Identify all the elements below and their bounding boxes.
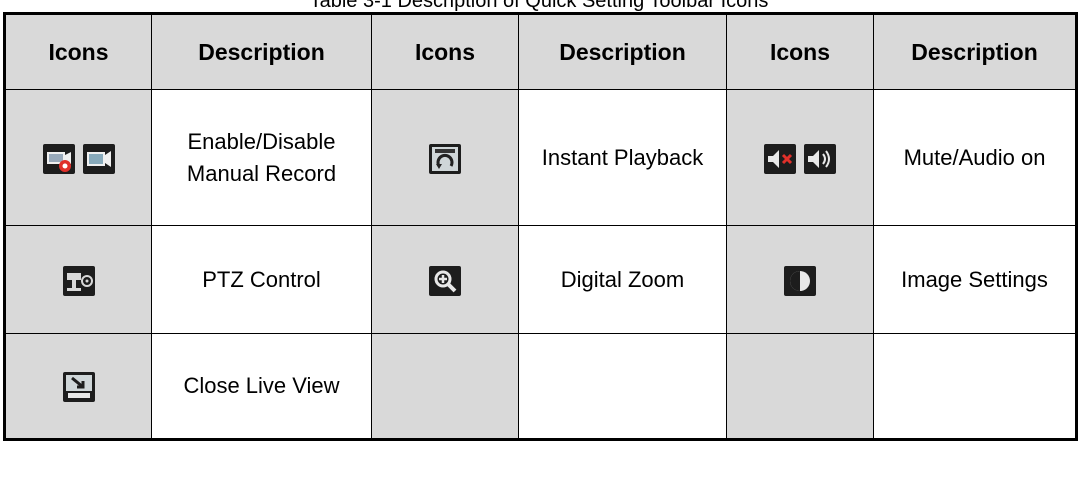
header-icons-1: Icons — [4, 13, 152, 90]
instant-playback-icon — [429, 143, 461, 174]
header-description-3: Description — [873, 13, 1077, 90]
digital-zoom-icon — [429, 265, 461, 296]
description-cell: Enable/Disable Manual Record — [151, 89, 372, 226]
icon-cell-empty — [371, 333, 519, 440]
icon-cell — [726, 89, 874, 226]
close-live-view-icon — [62, 372, 95, 403]
record-disable-icon — [82, 143, 115, 174]
table-row: Close Live View — [4, 333, 1077, 440]
description-cell: Close Live View — [151, 333, 372, 440]
description-cell: Digital Zoom — [518, 225, 727, 334]
icon-cell-empty — [726, 333, 874, 440]
icon-cell — [371, 89, 519, 226]
icon-cell — [4, 333, 152, 440]
description-cell: PTZ Control — [151, 225, 372, 334]
header-icons-3: Icons — [726, 13, 874, 90]
ptz-control-icon — [62, 265, 95, 296]
record-enable-icon — [42, 143, 75, 174]
description-cell-empty — [873, 333, 1077, 440]
description-cell: Image Settings — [873, 225, 1077, 334]
header-description-2: Description — [518, 13, 727, 90]
mute-icon — [764, 143, 796, 174]
icon-cell — [726, 225, 874, 334]
header-description-1: Description — [151, 13, 372, 90]
table-row: PTZ Control Digital Zoom Image Settings — [4, 225, 1077, 334]
audio-on-icon — [804, 143, 836, 174]
header-icons-2: Icons — [371, 13, 519, 90]
description-cell: Instant Playback — [518, 89, 727, 226]
header-row: Icons Description Icons Description Icon… — [4, 13, 1077, 90]
image-settings-icon — [784, 265, 816, 296]
description-cell: Mute/Audio on — [873, 89, 1077, 226]
table-row: Enable/Disable Manual Record Instant Pla… — [4, 89, 1077, 226]
icon-cell — [4, 89, 152, 226]
icon-cell — [4, 225, 152, 334]
icon-cell — [371, 225, 519, 334]
table-caption: Table 3-1 Description of Quick Setting T… — [309, 0, 769, 12]
toolbar-icons-table: Icons Description Icons Description Icon… — [3, 12, 1078, 441]
description-cell-empty — [518, 333, 727, 440]
